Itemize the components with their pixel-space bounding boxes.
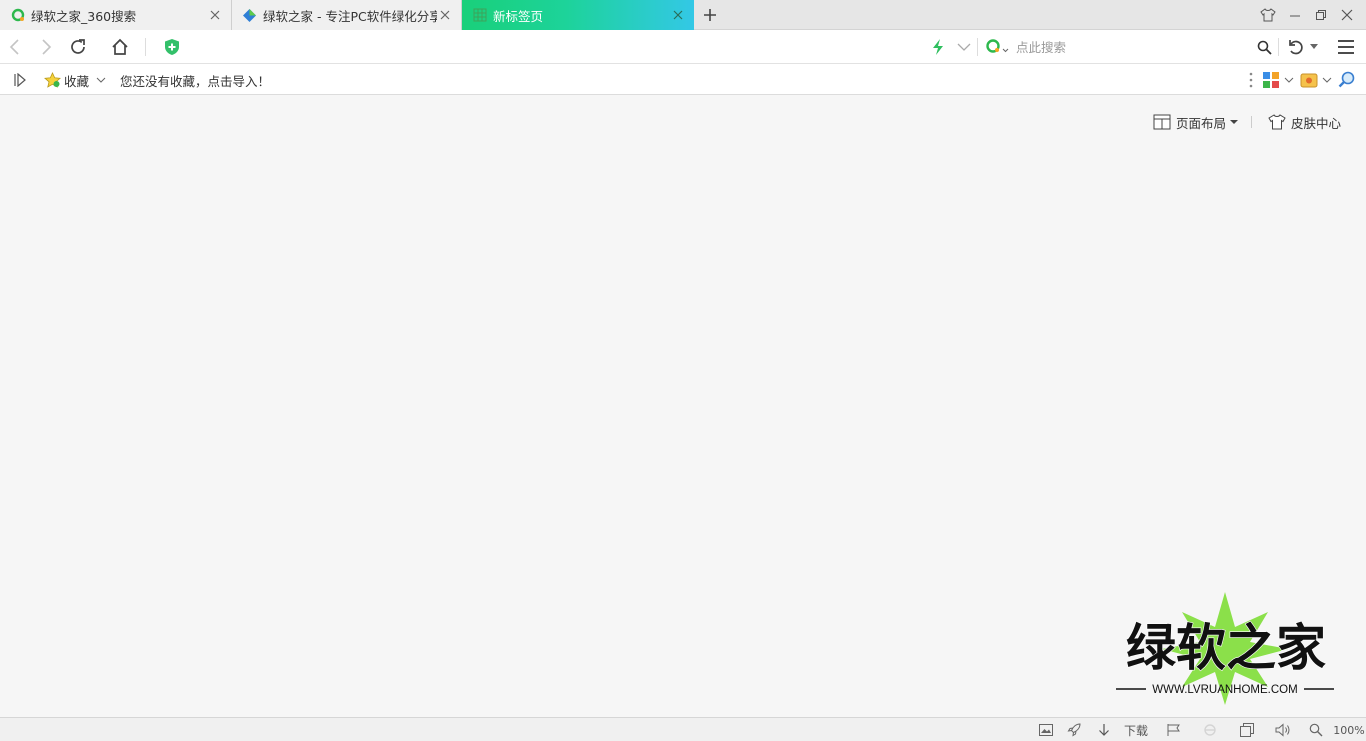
new-tab-button[interactable] — [700, 5, 720, 25]
window-icon[interactable] — [1237, 721, 1257, 739]
bookmarks-bar: 收藏 您还没有收藏，点击导入！ — [0, 64, 1366, 95]
search-icon[interactable] — [1252, 35, 1276, 59]
tab-360-search[interactable]: 绿软之家_360搜索 — [0, 0, 232, 30]
zoom-search-icon[interactable] — [1338, 70, 1356, 90]
tab-title: 绿软之家 - 专注PC软件绿化分享 — [263, 8, 437, 24]
rocket-accelerate-icon[interactable] — [1064, 721, 1084, 739]
status-bar: 下载 100% — [0, 717, 1366, 741]
tab-lvruan-site[interactable]: 绿软之家 - 专注PC软件绿化分享 — [232, 0, 462, 30]
image-icon[interactable] — [1036, 721, 1056, 739]
wallet-button[interactable] — [1300, 70, 1332, 90]
restore-icon[interactable] — [1310, 5, 1332, 25]
lvruan-watermark-logo: 绿软之家 WWW.LVRUANHOME.COM — [1108, 587, 1344, 707]
search-box — [984, 33, 1278, 61]
apps-button[interactable] — [1262, 70, 1294, 90]
wallet-icon — [1300, 73, 1318, 88]
tab-title: 新标签页 — [493, 8, 544, 24]
chevron-down-icon — [1322, 77, 1332, 83]
favorites-label: 收藏 — [64, 73, 90, 89]
navigation-toolbar — [0, 30, 1366, 64]
caret-down-icon — [1230, 120, 1239, 124]
search-engine-icon[interactable] — [984, 37, 1010, 57]
close-tab-icon[interactable] — [437, 7, 453, 23]
security-shield-icon[interactable] — [160, 35, 184, 59]
forward-button[interactable] — [34, 35, 58, 59]
reload-button[interactable] — [66, 35, 90, 59]
skin-center-label: 皮肤中心 — [1291, 115, 1342, 131]
favorites-menu-button[interactable]: 收藏 — [44, 70, 106, 90]
apps-grid-icon — [1263, 72, 1279, 88]
flag-icon[interactable] — [1164, 721, 1184, 739]
toolbar-divider — [145, 38, 146, 56]
close-window-icon[interactable] — [1336, 5, 1358, 25]
search-input[interactable] — [1016, 35, 1246, 59]
ie-compat-icon[interactable] — [1200, 721, 1220, 739]
close-tab-icon[interactable] — [207, 7, 223, 23]
toolbar-divider — [1278, 38, 1279, 56]
home-button[interactable] — [108, 35, 132, 59]
toolbar-divider — [977, 38, 978, 56]
more-dots-icon[interactable] — [1247, 70, 1255, 90]
undo-dropdown-icon[interactable] — [1306, 35, 1322, 59]
watermark-title: 绿软之家 — [1126, 619, 1326, 677]
menu-icon[interactable] — [1334, 35, 1358, 59]
back-button[interactable] — [3, 35, 27, 59]
address-dropdown-icon[interactable] — [952, 35, 976, 59]
favorites-star-icon — [44, 72, 61, 88]
chevron-down-icon — [96, 77, 106, 83]
grid-newtab-icon — [472, 8, 487, 23]
download-button[interactable]: 下载 — [1098, 721, 1148, 739]
tab-strip: 绿软之家_360搜索 绿软之家 - 专注PC软件绿化分享 新标签页 — [0, 0, 1366, 30]
watermark-url: WWW.LVRUANHOME.COM — [1152, 684, 1297, 696]
content-divider — [1251, 116, 1252, 128]
chevron-down-icon — [1284, 77, 1294, 83]
tab-title: 绿软之家_360搜索 — [31, 8, 137, 24]
speed-mode-icon[interactable] — [926, 35, 950, 59]
zoom-icon[interactable] — [1306, 721, 1326, 739]
download-label: 下载 — [1124, 723, 1149, 738]
zoom-level[interactable]: 100% — [1333, 721, 1364, 739]
close-tab-icon[interactable] — [670, 7, 686, 23]
layout-icon — [1153, 114, 1171, 130]
download-arrow-icon — [1099, 724, 1109, 736]
minimize-icon[interactable] — [1284, 5, 1306, 25]
lvruan-site-icon — [242, 8, 257, 23]
import-bookmarks-link[interactable]: 您还没有收藏，点击导入！ — [120, 70, 270, 90]
new-tab-page: 页面布局 皮肤中心 绿软之家 WWW.LVRUANHOME.COM — [0, 95, 1366, 717]
undo-close-tab-icon[interactable] — [1284, 35, 1308, 59]
sidebar-toggle-icon[interactable] — [12, 70, 28, 90]
shirt-icon — [1268, 114, 1286, 130]
page-layout-label: 页面布局 — [1176, 115, 1227, 131]
skin-shirt-icon[interactable] — [1257, 5, 1279, 25]
tab-new-tab[interactable]: 新标签页 — [462, 0, 694, 30]
page-layout-button[interactable]: 页面布局 — [1153, 112, 1239, 132]
volume-icon[interactable] — [1273, 721, 1293, 739]
360-search-icon — [10, 8, 25, 23]
skin-center-button[interactable]: 皮肤中心 — [1268, 112, 1341, 132]
